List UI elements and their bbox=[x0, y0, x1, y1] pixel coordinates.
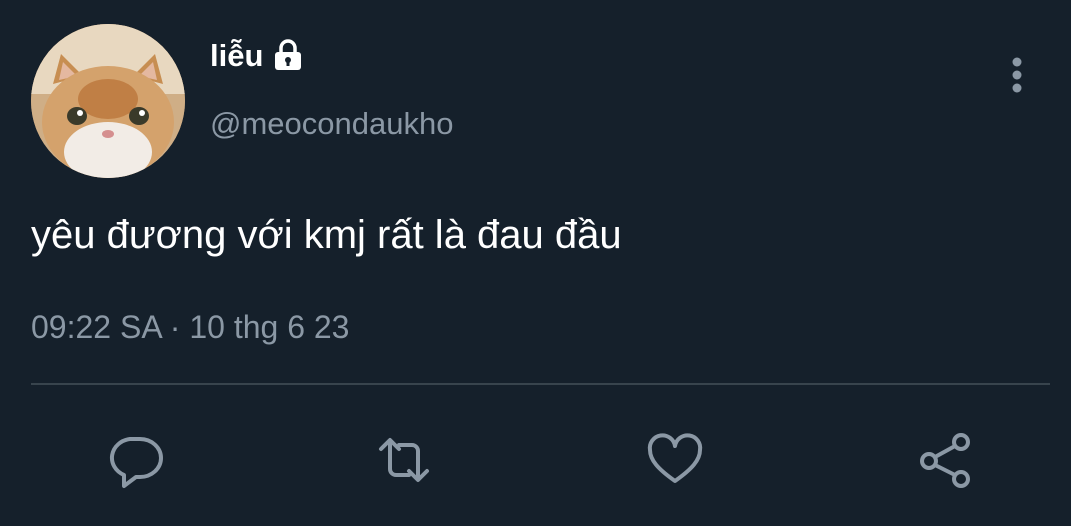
share-icon bbox=[920, 433, 970, 488]
retweet-button[interactable] bbox=[374, 430, 434, 490]
tweet-date: 10 thg 6 23 bbox=[189, 309, 350, 345]
more-options-icon[interactable] bbox=[1002, 56, 1032, 96]
meta-separator: · bbox=[169, 309, 181, 345]
tweet-time: 09:22 SA bbox=[31, 309, 161, 345]
retweet-icon bbox=[379, 438, 429, 482]
like-icon bbox=[647, 433, 703, 483]
avatar[interactable] bbox=[31, 24, 185, 178]
tweet-timestamp[interactable]: 09:22 SA · 10 thg 6 23 bbox=[31, 311, 349, 343]
tweet-text: yêu đương với kmj rất là đau đầu bbox=[31, 213, 622, 257]
like-button[interactable] bbox=[645, 430, 705, 490]
lock-icon bbox=[271, 38, 305, 72]
divider bbox=[31, 383, 1050, 385]
display-name[interactable]: liễu bbox=[210, 40, 263, 71]
reply-icon bbox=[109, 437, 163, 488]
cat-avatar-image bbox=[31, 24, 185, 178]
author-name-row[interactable]: liễu bbox=[210, 38, 305, 72]
user-handle[interactable]: @meocondaukho bbox=[210, 108, 453, 139]
reply-button[interactable] bbox=[105, 430, 165, 490]
share-button[interactable] bbox=[916, 430, 976, 490]
